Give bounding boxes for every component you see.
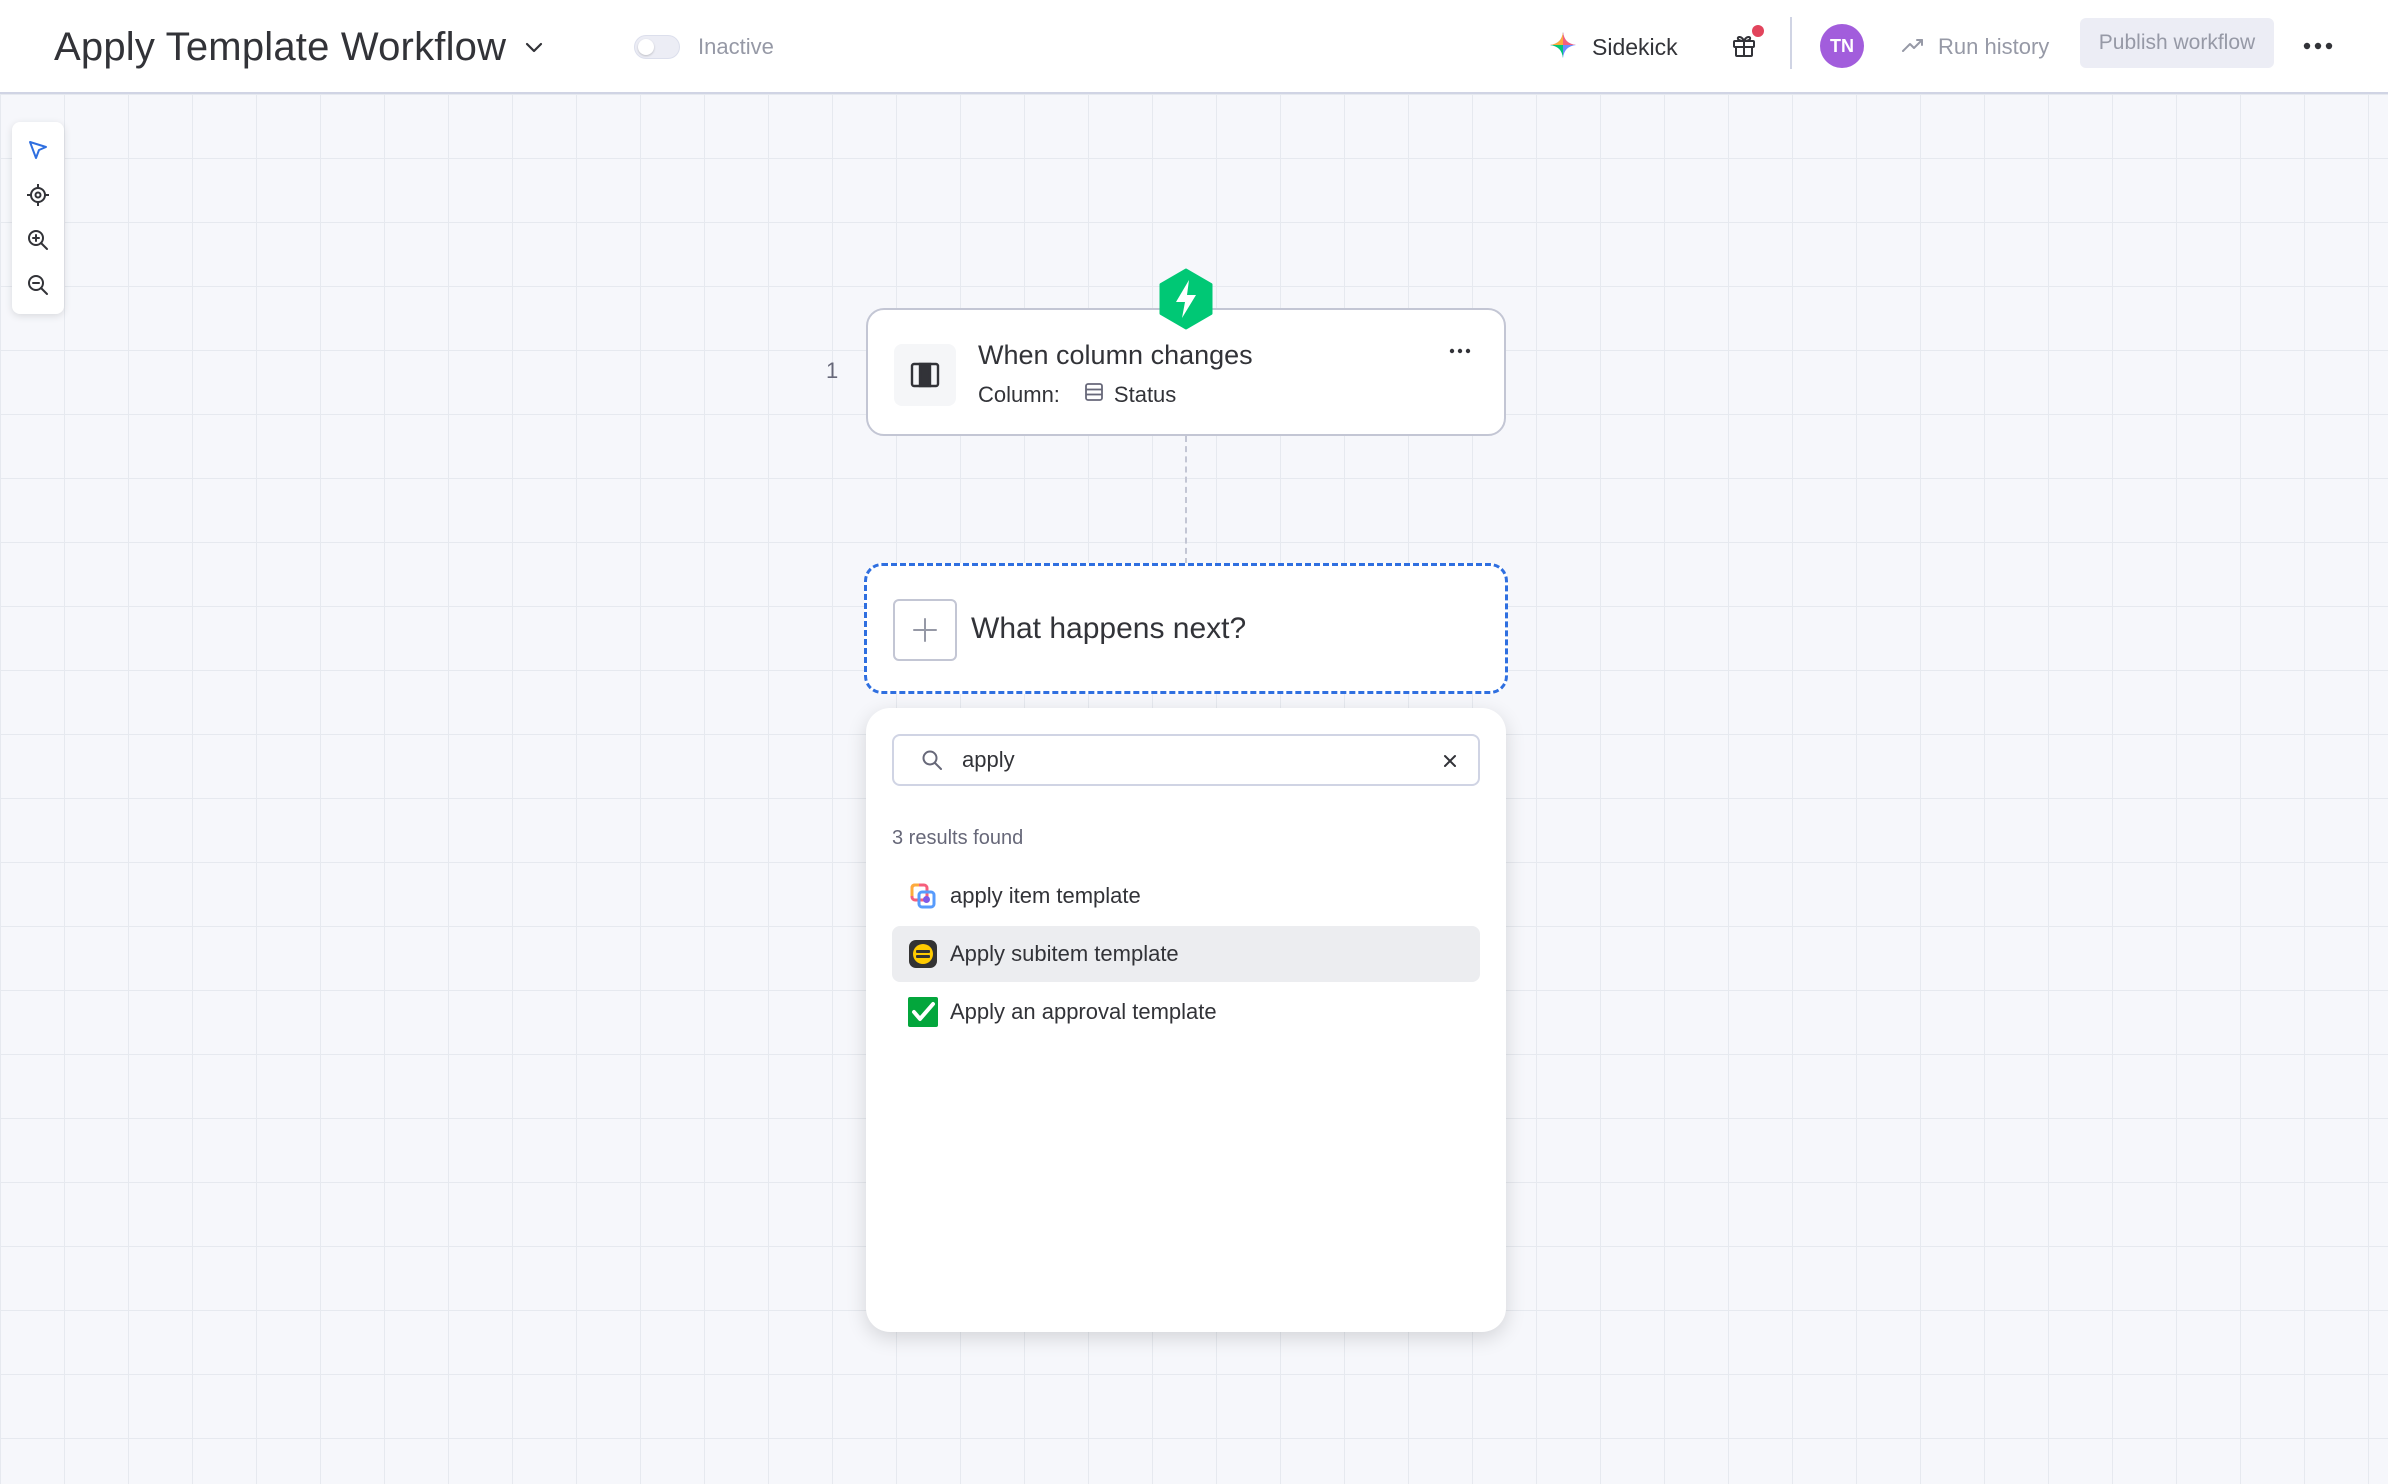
item-template-icon — [908, 881, 938, 911]
zoom-in-icon[interactable] — [18, 220, 58, 260]
sidekick-sparkle-icon — [1548, 30, 1578, 65]
result-label: Apply subitem template — [950, 941, 1179, 966]
add-next-step-card[interactable]: What happens next? — [864, 563, 1508, 694]
results-count: 3 results found — [892, 827, 1024, 849]
results-list: apply item template Apply subitem templa… — [892, 868, 1480, 1042]
result-item-apply-approval-template[interactable]: Apply an approval template — [892, 984, 1480, 1040]
sidekick-button[interactable]: Sidekick — [1548, 27, 1678, 67]
column-label: Column: — [978, 382, 1060, 407]
run-history-button[interactable]: Run history — [1900, 27, 2049, 67]
column-value-label: Status — [1113, 382, 1177, 407]
status-column-icon — [1084, 382, 1104, 408]
clear-search-icon[interactable] — [1438, 749, 1462, 773]
chevron-down-icon[interactable] — [520, 33, 548, 61]
user-avatar[interactable]: TN — [1820, 24, 1864, 68]
canvas-toolbar — [12, 122, 64, 314]
action-search-panel: 3 results found apply item template — [866, 708, 1506, 1332]
publish-workflow-button[interactable]: Publish workflow — [2080, 18, 2274, 68]
workflow-title[interactable]: Apply Template Workflow — [54, 25, 506, 70]
notification-dot — [1752, 25, 1764, 37]
result-label: apply item template — [950, 883, 1141, 908]
toggle-knob — [638, 39, 654, 55]
result-item-apply-subitem-template[interactable]: Apply subitem template — [892, 926, 1480, 982]
whats-new-button[interactable] — [1724, 25, 1764, 67]
trend-icon — [1900, 32, 1926, 63]
step-connector — [1185, 436, 1187, 564]
column-value: Status — [1084, 382, 1176, 408]
search-icon — [920, 748, 944, 772]
approval-check-icon — [908, 997, 938, 1027]
header-divider — [1790, 17, 1792, 69]
select-cursor-icon[interactable] — [18, 130, 58, 170]
activation-toggle[interactable] — [634, 35, 680, 59]
zoom-out-icon[interactable] — [18, 265, 58, 305]
subitem-template-icon — [908, 939, 938, 969]
top-header: Apply Template Workflow Inactive Sidekic… — [0, 0, 2388, 94]
activation-toggle-group: Inactive — [634, 0, 774, 94]
action-search-box[interactable] — [892, 734, 1480, 786]
result-item-apply-item-template[interactable]: apply item template — [892, 868, 1480, 924]
result-label: Apply an approval template — [950, 999, 1217, 1024]
sidekick-label: Sidekick — [1592, 33, 1678, 60]
step-menu-icon[interactable] — [1442, 336, 1478, 366]
column-icon — [894, 344, 956, 406]
workflow-title-group: Apply Template Workflow — [54, 0, 548, 94]
next-step-title: What happens next? — [971, 612, 1247, 645]
run-history-label: Run history — [1938, 34, 2050, 59]
trigger-column-info: Column: Status — [978, 382, 1176, 408]
plus-icon — [893, 599, 957, 661]
trigger-title: When column changes — [978, 340, 1253, 370]
more-options-icon[interactable] — [2296, 24, 2340, 68]
status-label: Inactive — [698, 34, 774, 59]
lightning-trigger-icon — [1155, 268, 1217, 330]
step-number: 1 — [826, 358, 839, 383]
search-input[interactable] — [962, 747, 1422, 773]
recenter-icon[interactable] — [18, 175, 58, 215]
